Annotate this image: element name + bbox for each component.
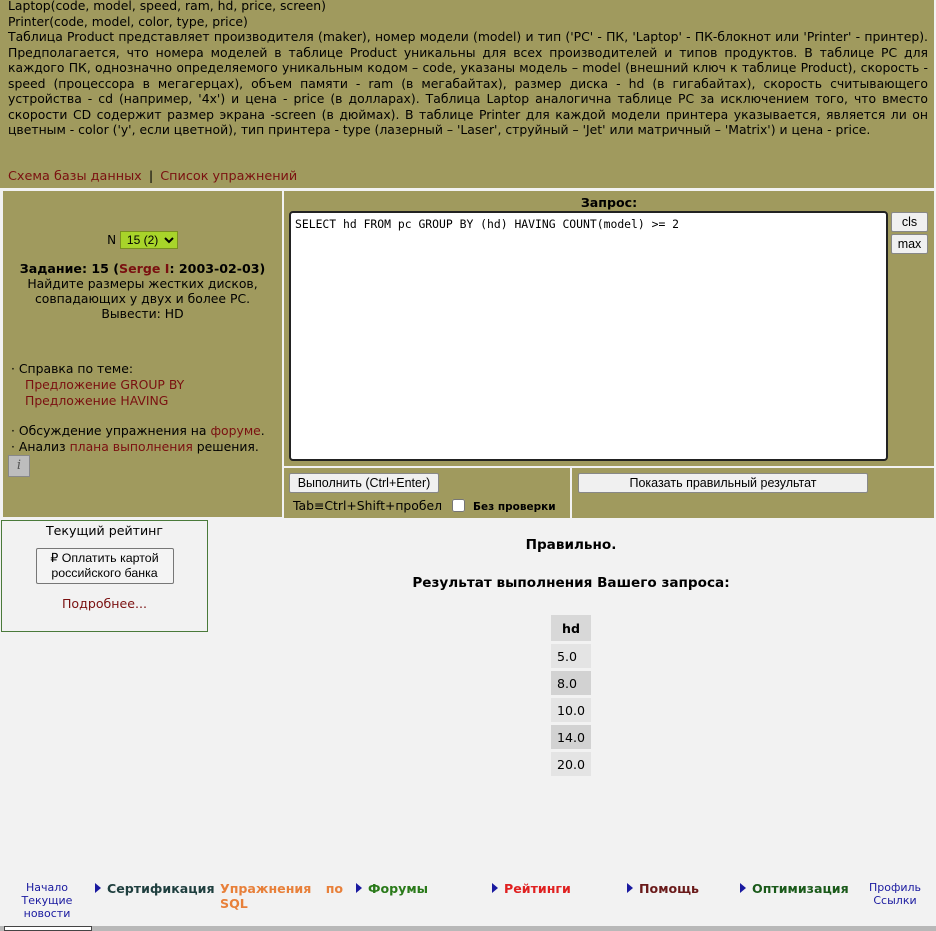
query-panel: Запрос: SELECT hd FROM pc GROUP BY (hd) …: [284, 191, 934, 466]
tab-hint-row: Tab≡Ctrl+Shift+пробел Без проверки: [293, 498, 556, 513]
result-section: Правильно. Результат выполнения Вашего з…: [208, 520, 934, 779]
help-heading: · Справка по теме:: [11, 361, 134, 376]
nav-certification-label[interactable]: Сертификация: [107, 881, 215, 896]
task-panel: N 15 (2) Задание: 15 (Serge I: 2003-02-0…: [3, 191, 282, 517]
nav-exercises-label[interactable]: Упражнения по SQL: [220, 881, 355, 911]
help-section: · Справка по теме: Предложение GROUP BY …: [11, 361, 184, 409]
schema-laptop-line: Laptop(code, model, speed, ram, hd, pric…: [8, 0, 326, 13]
info-icon[interactable]: i: [8, 455, 30, 477]
table-row: 5.0: [551, 644, 591, 668]
nav-ratings[interactable]: Рейтинги: [492, 881, 571, 896]
schema-panel: Laptop(code, model, speed, ram, hd, pric…: [0, 0, 934, 188]
query-editor[interactable]: SELECT hd FROM pc GROUP BY (hd) HAVING C…: [289, 211, 888, 461]
result-cell: 5.0: [551, 644, 591, 668]
nav-links-label[interactable]: Ссылки: [864, 894, 926, 907]
nav-help-label[interactable]: Помощь: [639, 881, 699, 896]
nav-forums[interactable]: Форумы: [356, 881, 428, 896]
result-cell: 14.0: [551, 725, 591, 749]
nav-exercises[interactable]: Упражнения по SQL: [220, 881, 355, 911]
cls-button[interactable]: cls: [891, 212, 928, 232]
exercise-number-label: N: [107, 233, 117, 247]
pay-card-label: ₽ Оплатить картой российского банка: [50, 551, 159, 580]
table-row: 20.0: [551, 752, 591, 776]
nav-certification[interactable]: Сертификация: [95, 881, 215, 896]
nav-ratings-label[interactable]: Рейтинги: [504, 881, 571, 896]
bottom-navigation: Начало Текущие новости Сертификация Упра…: [0, 878, 936, 920]
execute-button[interactable]: Выполнить (Ctrl+Enter): [289, 473, 439, 493]
nav-profile[interactable]: Профиль Ссылки: [864, 881, 926, 907]
forum-link[interactable]: форуме: [210, 423, 260, 438]
footer-box: [4, 926, 92, 931]
task-block: Задание: 15 (Serge I: 2003-02-03) Найдит…: [3, 261, 282, 321]
footer-bar: [0, 926, 936, 931]
discussion-prefix: · Обсуждение упражнения на: [11, 423, 211, 438]
analysis-line: · Анализ плана выполнения решения.: [11, 439, 265, 455]
action-bar: Выполнить (Ctrl+Enter) Tab≡Ctrl+Shift+пр…: [284, 468, 934, 518]
divider: [0, 188, 936, 190]
help-group-by-link[interactable]: Предложение GROUP BY: [11, 377, 184, 393]
nav-optimization-label[interactable]: Оптимизация: [752, 881, 849, 896]
task-text: Найдите размеры жестких дисков, совпадаю…: [27, 276, 258, 321]
nav-help[interactable]: Помощь: [627, 881, 699, 896]
result-status: Правильно.: [525, 537, 617, 553]
author-link[interactable]: Serge I: [119, 261, 169, 276]
nav-optimization[interactable]: Оптимизация: [740, 881, 849, 896]
schema-printer-line: Printer(code, model, color, type, price): [8, 13, 248, 29]
triangle-right-icon: [492, 883, 498, 893]
task-title-prefix: Задание: 15 (: [19, 261, 120, 276]
db-schema-link[interactable]: Схема базы данных: [8, 169, 142, 184]
more-info-link[interactable]: Подробнее...: [62, 596, 147, 611]
discussion-section: · Обсуждение упражнения на форуме. · Ана…: [11, 423, 265, 455]
result-cell: 8.0: [551, 671, 591, 695]
no-check-label: Без проверки: [472, 501, 556, 513]
schema-description: Таблица Product представляет производите…: [8, 29, 928, 137]
exercise-list-link[interactable]: Список упражнений: [160, 169, 297, 184]
triangle-right-icon: [95, 883, 101, 893]
exercise-number-row: N 15 (2): [3, 231, 282, 249]
task-title-suffix: : 2003-02-03): [169, 261, 266, 276]
exercise-number-select[interactable]: 15 (2): [119, 231, 178, 249]
show-correct-result-button[interactable]: Показать правильный результат: [578, 473, 868, 493]
result-table: hd 5.0 8.0 10.0 14.0 20.0: [551, 612, 591, 779]
result-column-header: hd: [551, 615, 591, 641]
tab-hint: Tab≡Ctrl+Shift+пробел: [293, 498, 443, 513]
result-title: Результат выполнения Вашего запроса:: [412, 575, 730, 591]
rating-title: Текущий рейтинг: [45, 523, 164, 538]
task-title: Задание: 15 (Serge I: 2003-02-03): [3, 261, 282, 276]
result-cell: 20.0: [551, 752, 591, 776]
table-row: 8.0: [551, 671, 591, 695]
pay-card-button[interactable]: ₽ Оплатить картой российского банка: [35, 548, 174, 584]
triangle-right-icon: [356, 883, 362, 893]
execution-plan-link[interactable]: плана выполнения: [70, 439, 193, 454]
max-button[interactable]: max: [891, 234, 928, 254]
analysis-prefix: · Анализ: [11, 439, 70, 454]
table-row: 10.0: [551, 698, 591, 722]
table-row: 14.0: [551, 725, 591, 749]
no-check-checkbox[interactable]: [452, 499, 466, 512]
action-divider: [570, 468, 572, 518]
rating-box: Текущий рейтинг ₽ Оплатить картой россий…: [1, 520, 208, 632]
link-separator: |: [148, 169, 154, 184]
query-label: Запрос:: [580, 195, 638, 210]
nav-home-label[interactable]: Начало: [14, 881, 80, 894]
discussion-suffix: .: [260, 423, 265, 438]
nav-profile-label[interactable]: Профиль: [864, 881, 926, 894]
nav-forums-label[interactable]: Форумы: [368, 881, 428, 896]
nav-home[interactable]: Начало Текущие новости: [14, 881, 80, 920]
top-links: Схема базы данных | Список упражнений: [8, 169, 297, 185]
nav-news-label[interactable]: Текущие новости: [17, 894, 77, 920]
analysis-suffix: решения.: [192, 439, 259, 454]
help-having-link[interactable]: Предложение HAVING: [11, 393, 184, 409]
discussion-line: · Обсуждение упражнения на форуме.: [11, 423, 265, 439]
result-cell: 10.0: [551, 698, 591, 722]
triangle-right-icon: [627, 883, 633, 893]
triangle-right-icon: [740, 883, 746, 893]
